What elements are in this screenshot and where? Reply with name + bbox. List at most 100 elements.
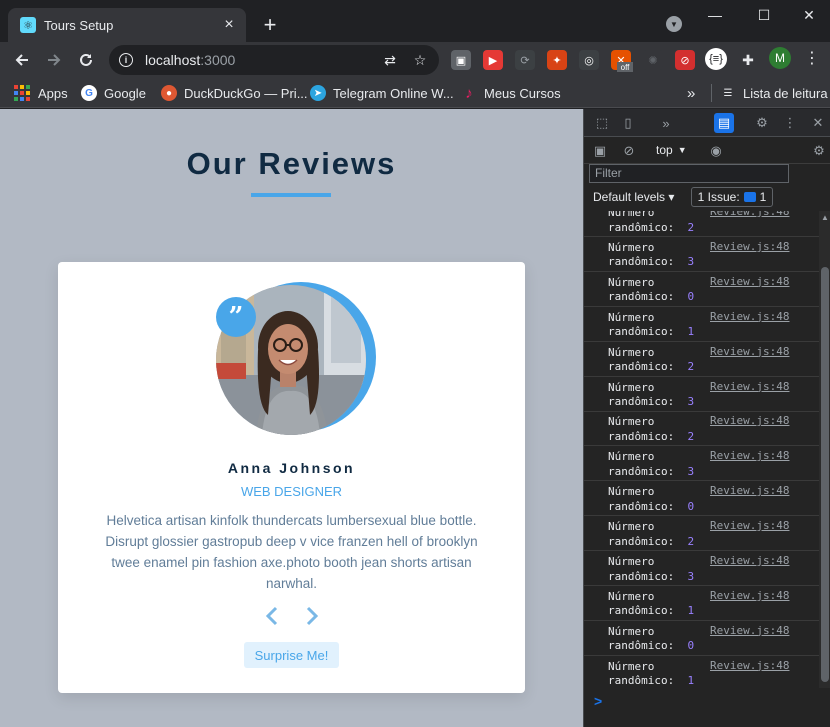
console-settings-icon[interactable]: ⚙	[809, 141, 829, 161]
bookmark-apps[interactable]: Apps	[14, 82, 68, 104]
tab-strip: ⚛ Tours Setup × + ▼ — ☐ ✕	[0, 0, 830, 42]
reading-list-icon: ☰	[723, 87, 733, 99]
extension-refresh-icon[interactable]: ⟳	[515, 50, 535, 70]
log-source-link[interactable]: Review.js:48	[710, 449, 789, 462]
console-filter-input[interactable]: Filter	[589, 164, 789, 183]
log-source-link[interactable]: Review.js:48	[710, 414, 789, 427]
review-navigation	[58, 604, 525, 628]
page-viewport: Our Reviews ” Anna Johnson WEB DESIGNER …	[0, 109, 583, 727]
log-source-link[interactable]: Review.js:48	[710, 310, 789, 323]
extension-json-icon[interactable]: {≡}	[705, 48, 727, 70]
log-source-link[interactable]: Review.js:48	[710, 211, 789, 218]
extension-play-icon[interactable]: ▶	[483, 50, 503, 70]
log-source-link[interactable]: Review.js:48	[710, 589, 789, 602]
extension-dog-icon[interactable]: ✺	[643, 50, 663, 70]
issues-button[interactable]: 1 Issue: 1	[691, 187, 773, 207]
scroll-thumb[interactable]	[821, 267, 829, 682]
devtools-panel: ⬚ ▯ » ▤ ⚙ ⋮ ✕ ▣ ⊘ top ▼ ◉ ⚙ Filter Defaul…	[583, 109, 830, 727]
log-source-link[interactable]: Review.js:48	[710, 380, 789, 393]
surprise-me-button[interactable]: Surprise Me!	[244, 642, 339, 668]
more-panels-icon[interactable]: »	[656, 113, 676, 133]
log-message: Núrmero randômico: 3	[608, 450, 695, 478]
browser-menu-icon[interactable]: ⋮	[802, 48, 822, 68]
extension-apps-icon[interactable]: ✦	[547, 50, 567, 70]
devtools-settings-icon[interactable]: ⚙	[752, 113, 772, 133]
scroll-up-icon[interactable]: ▲	[821, 213, 829, 222]
console-prompt[interactable]: >	[594, 693, 602, 709]
address-bar[interactable]: i localhost:3000 ⇄ ☆	[109, 45, 439, 75]
issue-message-icon	[743, 192, 756, 202]
translate-icon[interactable]: ⇄	[379, 49, 401, 71]
console-scrollbar[interactable]: ▲	[819, 211, 830, 688]
bookmark-google[interactable]: G Google	[81, 82, 146, 104]
tab-search-icon[interactable]: ▼	[666, 16, 682, 32]
devtools-close-icon[interactable]: ✕	[808, 113, 828, 133]
extensions-puzzle-icon[interactable]: ✚	[738, 50, 758, 70]
console-log-row: Núrmero randômico: 2 Review.js:48	[584, 211, 819, 237]
quote-icon: ”	[216, 297, 256, 337]
bookmark-duckduckgo[interactable]: ● DuckDuckGo — Pri...	[161, 82, 308, 104]
forward-icon[interactable]	[40, 46, 68, 74]
prev-review-button[interactable]	[262, 604, 282, 628]
tab-close-icon[interactable]: ×	[220, 16, 238, 34]
log-message: Núrmero randômico: 3	[608, 380, 695, 409]
log-source-link[interactable]: Review.js:48	[710, 659, 789, 672]
react-favicon-icon: ⚛	[20, 17, 36, 33]
site-info-icon[interactable]: i	[119, 53, 133, 67]
extension-target-icon[interactable]: ◎	[579, 50, 599, 70]
log-source-link[interactable]: Review.js:48	[710, 519, 789, 532]
reload-icon[interactable]	[72, 46, 100, 74]
devtools-topbar: ⬚ ▯ » ▤ ⚙ ⋮ ✕	[584, 109, 830, 137]
log-message: Núrmero randômico: 2	[608, 345, 695, 374]
extension-off-badge: off	[617, 62, 633, 72]
console-messages-icon[interactable]: ▤	[714, 113, 734, 133]
log-source-link[interactable]: Review.js:48	[710, 275, 789, 288]
next-review-button[interactable]	[302, 604, 322, 628]
bookmark-star-icon[interactable]: ☆	[409, 49, 431, 71]
duckduckgo-icon: ●	[161, 85, 177, 101]
console-log-row: Núrmero randômico: 1 Review.js:48	[584, 656, 819, 688]
log-message: Núrmero randômico: 1	[608, 310, 695, 339]
minimize-button[interactable]: —	[692, 0, 738, 30]
device-toolbar-icon[interactable]: ▯	[618, 113, 638, 133]
profile-avatar[interactable]: M	[769, 47, 791, 69]
author-name: Anna Johnson	[227, 460, 356, 476]
bookmarks-overflow-icon[interactable]: »	[687, 82, 695, 104]
review-card: ” Anna Johnson web designer Helvetica ar…	[58, 262, 525, 693]
review-text: Helvetica artisan kinfolk thundercats lu…	[105, 513, 478, 591]
console-log-row: Núrmero randômico: 1 Review.js:48	[584, 586, 819, 621]
log-levels-dropdown[interactable]: Default levels ▾	[593, 190, 674, 204]
log-source-link[interactable]: Review.js:48	[710, 624, 789, 637]
devtools-menu-icon[interactable]: ⋮	[780, 113, 800, 133]
console-log-row: Núrmero randômico: 0 Review.js:48	[584, 481, 819, 517]
log-source-link[interactable]: Review.js:48	[710, 484, 789, 497]
person-image-container: ”	[216, 282, 376, 437]
log-source-link[interactable]: Review.js:48	[710, 345, 789, 358]
context-selector[interactable]: top ▼	[656, 143, 687, 157]
apps-grid-icon	[14, 85, 30, 101]
sidebar-toggle-icon[interactable]: ▣	[590, 141, 610, 161]
tab-title: Tours Setup	[44, 17, 114, 33]
music-note-icon: ♪	[465, 84, 473, 102]
bookmark-meus-cursos[interactable]: ♪ Meus Cursos	[461, 82, 560, 104]
inspect-element-icon[interactable]: ⬚	[592, 113, 612, 133]
log-message: Núrmero randômico: 2	[608, 211, 695, 234]
maximize-button[interactable]: ☐	[741, 0, 787, 30]
bookmark-telegram[interactable]: ➤ Telegram Online W...	[310, 82, 454, 104]
live-expression-eye-icon[interactable]: ◉	[706, 141, 726, 161]
console-log-row: Núrmero randômico: 3 Review.js:48	[584, 551, 819, 586]
reading-list-button[interactable]: ☰ Lista de leitura	[720, 82, 828, 104]
extension-block-icon[interactable]: ⊘	[675, 50, 695, 70]
log-message: Núrmero randômico: 1	[608, 659, 695, 688]
log-source-link[interactable]: Review.js:48	[710, 240, 789, 253]
console-log-row: Núrmero randômico: 2 Review.js:48	[584, 411, 819, 447]
new-tab-button[interactable]: +	[256, 11, 284, 39]
extension-film-icon[interactable]: ▣	[451, 50, 471, 70]
tab-tours-setup[interactable]: ⚛ Tours Setup ×	[8, 8, 246, 42]
clear-console-icon[interactable]: ⊘	[619, 141, 639, 161]
close-window-button[interactable]: ✕	[786, 0, 830, 30]
back-icon[interactable]	[8, 46, 36, 74]
console-log-row: Núrmero randômico: 0 Review.js:48	[584, 621, 819, 656]
bookmarks-bar: Apps G Google ● DuckDuckGo — Pri... ➤ Te…	[0, 78, 830, 108]
log-source-link[interactable]: Review.js:48	[710, 554, 789, 567]
